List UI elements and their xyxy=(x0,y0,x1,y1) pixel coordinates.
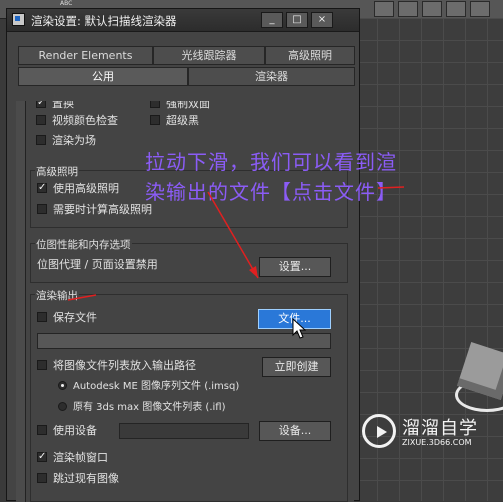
force-2sided-label: 强制双面 xyxy=(166,101,210,110)
render-output-title: 渲染输出 xyxy=(35,288,79,303)
render-to-fields-option[interactable]: 渲染为场 xyxy=(36,133,96,149)
skip-existing-option[interactable]: 跳过现有图像 xyxy=(37,471,119,487)
rendered-frame-window-checkbox[interactable] xyxy=(37,449,47,465)
use-advanced-lighting-option[interactable]: 使用高级照明 xyxy=(37,180,119,197)
super-black-label: 超级黑 xyxy=(166,114,199,127)
use-advanced-lighting-checkbox[interactable] xyxy=(37,180,47,196)
toolbar-tool-icon[interactable] xyxy=(422,1,442,17)
close-button[interactable]: × xyxy=(311,12,333,28)
tab-raytracer[interactable]: 光线跟踪器 xyxy=(153,46,265,65)
save-file-label: 保存文件 xyxy=(53,311,97,324)
autodesk-me-radio[interactable] xyxy=(58,381,67,390)
super-black-checkbox[interactable] xyxy=(150,115,160,125)
mouse-cursor-icon xyxy=(292,318,306,339)
render-setup-dialog: 渲染设置: 默认扫描线渲染器 _ □ × Render Elements 光线跟… xyxy=(6,8,360,502)
dialog-title: 渲染设置: 默认扫描线渲染器 xyxy=(31,14,177,28)
compute-advanced-lighting-label: 需要时计算高级照明 xyxy=(53,203,152,216)
displacement-checkbox[interactable] xyxy=(36,101,46,111)
abc-label: ABC xyxy=(60,0,73,7)
output-path-field[interactable] xyxy=(37,333,331,349)
video-color-check-label: 视频颜色检查 xyxy=(52,114,118,127)
force-2sided-checkbox[interactable] xyxy=(150,101,160,108)
compute-advanced-lighting-checkbox[interactable] xyxy=(37,204,47,214)
skip-existing-label: 跳过现有图像 xyxy=(53,472,119,485)
put-image-list-option[interactable]: 将图像文件列表放入输出路径 xyxy=(37,358,196,374)
watermark-name: 溜溜自学 xyxy=(402,418,478,439)
minimize-button[interactable]: _ xyxy=(261,12,283,28)
annotation-line-2: 染输出的文件【点击文件】 xyxy=(145,180,397,204)
watermark-url: ZIXUE.3D66.COM xyxy=(402,438,472,447)
tab-advanced-lighting[interactable]: 高级照明 xyxy=(265,46,355,65)
devices-button[interactable]: 设备... xyxy=(259,421,331,441)
toolbar-tool-icon[interactable] xyxy=(398,1,418,17)
put-image-list-label: 将图像文件列表放入输出路径 xyxy=(53,359,196,372)
bitmap-performance-title: 位图性能和内存选项 xyxy=(35,237,132,252)
rendered-frame-window-label: 渲染帧窗口 xyxy=(53,451,108,464)
tab-renderer[interactable]: 渲染器 xyxy=(188,67,355,86)
render-to-fields-checkbox[interactable] xyxy=(36,135,46,145)
advanced-lighting-title: 高级照明 xyxy=(35,164,79,179)
maximize-button[interactable]: □ xyxy=(286,12,308,28)
toolbar-tool-icon[interactable] xyxy=(446,1,466,17)
autodesk-me-label: Autodesk ME 图像序列文件 (.imsq) xyxy=(73,381,240,392)
legacy-ifl-radio[interactable] xyxy=(58,402,67,411)
tutorial-annotation: 拉动下滑，我们可以看到渲 染输出的文件【点击文件】 xyxy=(145,147,503,207)
tab-render-elements[interactable]: Render Elements xyxy=(18,46,153,65)
compute-advanced-lighting-option[interactable]: 需要时计算高级照明 xyxy=(37,202,152,218)
displacement-option[interactable]: 置换 xyxy=(36,101,74,112)
use-device-checkbox[interactable] xyxy=(37,425,47,435)
create-now-button[interactable]: 立即创建 xyxy=(262,357,331,377)
force-2sided-option[interactable]: 强制双面 xyxy=(150,101,210,112)
use-device-label: 使用设备 xyxy=(53,424,97,437)
skip-existing-checkbox[interactable] xyxy=(37,473,47,483)
save-file-option[interactable]: 保存文件 xyxy=(37,310,97,326)
use-advanced-lighting-label: 使用高级照明 xyxy=(53,182,119,195)
setup-button[interactable]: 设置... xyxy=(259,257,331,277)
video-color-check-checkbox[interactable] xyxy=(36,115,46,125)
render-to-fields-label: 渲染为场 xyxy=(52,134,96,147)
bitmap-proxy-status: 位图代理 / 页面设置禁用 xyxy=(37,258,158,271)
annotation-line-1: 拉动下滑，我们可以看到渲 xyxy=(145,150,397,174)
device-name-field[interactable] xyxy=(119,423,249,439)
use-device-option[interactable]: 使用设备 xyxy=(37,423,97,439)
save-file-checkbox[interactable] xyxy=(37,312,47,322)
super-black-option[interactable]: 超级黑 xyxy=(150,113,199,129)
toolbar-tool-icon[interactable] xyxy=(470,1,490,17)
put-image-list-checkbox[interactable] xyxy=(37,360,47,370)
toolbar-tool-icon[interactable] xyxy=(374,1,394,17)
video-color-check-option[interactable]: 视频颜色检查 xyxy=(36,113,118,129)
app-icon xyxy=(12,13,25,26)
bitmap-performance-group: 位图性能和内存选项 位图代理 / 页面设置禁用 设置... xyxy=(30,237,348,283)
displacement-label: 置换 xyxy=(52,101,74,110)
legacy-ifl-label: 原有 3ds max 图像文件列表 (.ifl) xyxy=(73,402,226,413)
dialog-titlebar[interactable]: 渲染设置: 默认扫描线渲染器 _ □ × xyxy=(7,9,359,32)
tab-common[interactable]: 公用 xyxy=(18,67,188,86)
autodesk-me-radio-option[interactable]: Autodesk ME 图像序列文件 (.imsq) xyxy=(58,379,239,395)
legacy-ifl-radio-option[interactable]: 原有 3ds max 图像文件列表 (.ifl) xyxy=(58,400,225,416)
rendered-frame-window-option[interactable]: 渲染帧窗口 xyxy=(37,449,108,466)
watermark-play-icon xyxy=(362,414,396,448)
watermark: 溜溜自学 ZIXUE.3D66.COM xyxy=(354,402,500,470)
